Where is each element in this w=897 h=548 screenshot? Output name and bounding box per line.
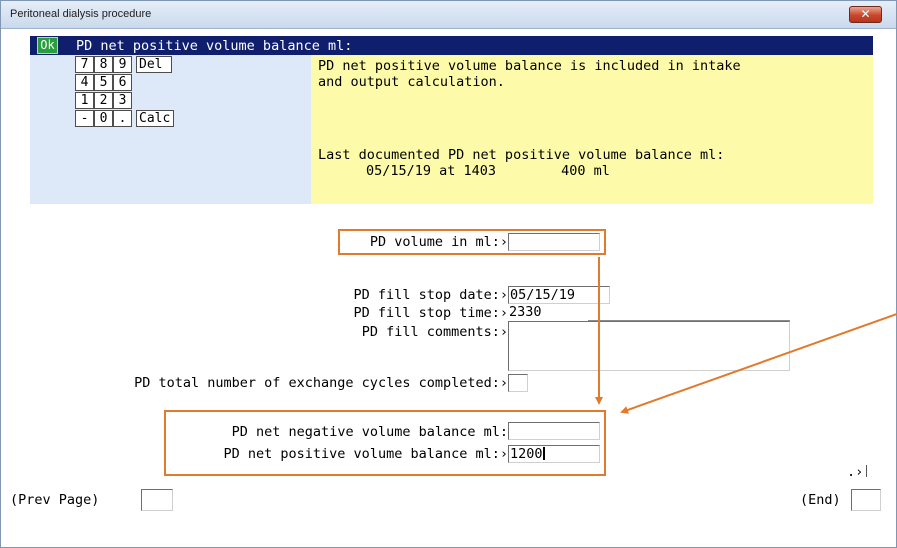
annotation-arrows [595, 257, 897, 414]
annotation-arrow-diagonal [620, 313, 897, 414]
